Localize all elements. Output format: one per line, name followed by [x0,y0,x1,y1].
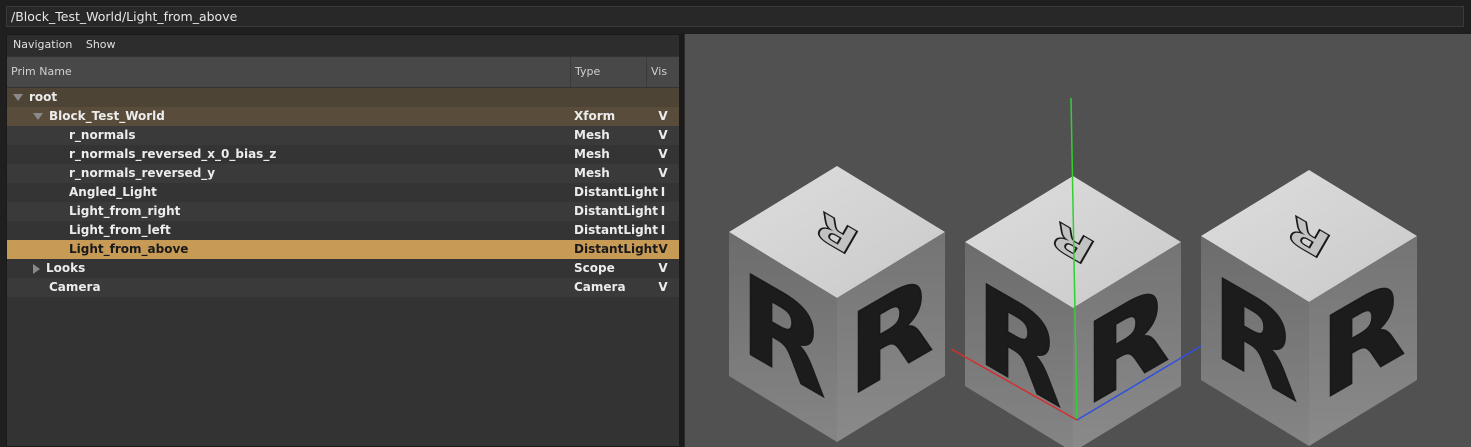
tree-header: Prim Name Type Vis [7,57,679,87]
prim-name-cell[interactable]: Camera [7,278,569,297]
prim-name-label: r_normals [69,128,136,142]
prim-name-cell[interactable]: Light_from_right [7,202,569,221]
prim-name-cell[interactable]: Light_from_above [7,240,569,259]
prim-name-cell[interactable]: r_normals [7,126,569,145]
tree-row[interactable]: Light_from_right DistantLight I [7,202,679,221]
prim-type-cell: Mesh [574,128,610,142]
tree-row[interactable]: r_normals_reversed_y Mesh V [7,164,679,183]
prim-type-cell: Xform [574,109,616,123]
prim-type-cell: Mesh [574,166,610,180]
visibility-toggle[interactable]: V [647,126,679,145]
prim-name-label: root [29,90,58,104]
prim-type-cell: Camera [574,280,626,294]
visibility-toggle[interactable]: V [647,259,679,278]
prim-name-cell[interactable]: Angled_Light [7,183,569,202]
tree-row[interactable]: Looks Scope V [7,259,679,278]
prim-name-cell[interactable]: Looks [7,259,569,278]
prim-name-cell[interactable]: Block_Test_World [7,107,569,126]
prim-type-cell: Scope [574,261,615,275]
prim-name-cell[interactable]: r_normals_reversed_y [7,164,569,183]
prim-name-label: Light_from_above [69,242,189,256]
tree-row[interactable]: Angled_Light DistantLight I [7,183,679,202]
3d-viewport[interactable]: RRRRRRRRR [684,34,1471,447]
tree-menu-bar: Navigation Show [7,35,679,56]
visibility-toggle[interactable]: I [647,221,679,240]
prim-name-label: Angled_Light [69,185,157,199]
viewport-canvas[interactable]: RR RRR RRR R [685,34,1471,447]
prim-name-label: Looks [46,261,86,275]
tree-row[interactable]: r_normals Mesh V [7,126,679,145]
tree-row[interactable]: root [7,88,679,107]
visibility-toggle[interactable]: V [647,107,679,126]
prim-type-cell: Mesh [574,147,610,161]
visibility-toggle[interactable]: V [647,145,679,164]
expanded-arrow-icon[interactable] [33,113,43,120]
tree-row[interactable]: r_normals_reversed_x_0_bias_z Mesh V [7,145,679,164]
prim-type-cell: DistantLight [574,242,658,256]
visibility-toggle[interactable]: I [647,183,679,202]
visibility-toggle[interactable]: V [647,240,679,259]
prim-name-cell[interactable]: r_normals_reversed_x_0_bias_z [7,145,569,164]
tree-row[interactable]: Light_from_left DistantLight I [7,221,679,240]
expanded-arrow-icon[interactable] [13,94,23,101]
prim-name-label: Light_from_right [69,204,181,218]
prim-name-cell[interactable]: Light_from_left [7,221,569,240]
column-header-prim-name[interactable]: Prim Name [7,57,571,87]
navigation-menu[interactable]: Navigation [13,38,72,51]
collapsed-arrow-icon[interactable] [33,263,40,274]
prim-name-cell[interactable]: root [7,88,569,107]
show-menu[interactable]: Show [86,38,116,51]
visibility-toggle[interactable]: V [647,278,679,297]
prim-path-bar[interactable]: /Block_Test_World/Light_from_above [6,6,1464,27]
prim-type-cell [571,88,645,107]
prim-type-cell: DistantLight [574,223,658,237]
prim-name-label: Camera [49,280,101,294]
prim-type-cell: DistantLight [574,185,658,199]
visibility-toggle[interactable]: V [647,164,679,183]
prim-name-label: r_normals_reversed_x_0_bias_z [69,147,277,161]
prim-name-label: r_normals_reversed_y [69,166,216,180]
column-header-vis[interactable]: Vis [647,57,679,87]
tree-row[interactable]: Light_from_above DistantLight V [7,240,679,259]
prim-name-label: Block_Test_World [49,109,165,123]
tree-row[interactable]: Block_Test_World Xform V [7,107,679,126]
prim-tree: root Block_Test_World Xform Vr_normals Mesh V… [7,88,679,297]
visibility-toggle[interactable]: I [647,202,679,221]
visibility-toggle[interactable] [647,88,679,107]
prim-type-cell: DistantLight [574,204,658,218]
prim-name-label: Light_from_left [69,223,171,237]
column-header-type[interactable]: Type [571,57,647,87]
tree-row[interactable]: Camera Camera V [7,278,679,297]
stage-tree-panel: Navigation Show Prim Name Type Vis root B… [6,34,680,447]
